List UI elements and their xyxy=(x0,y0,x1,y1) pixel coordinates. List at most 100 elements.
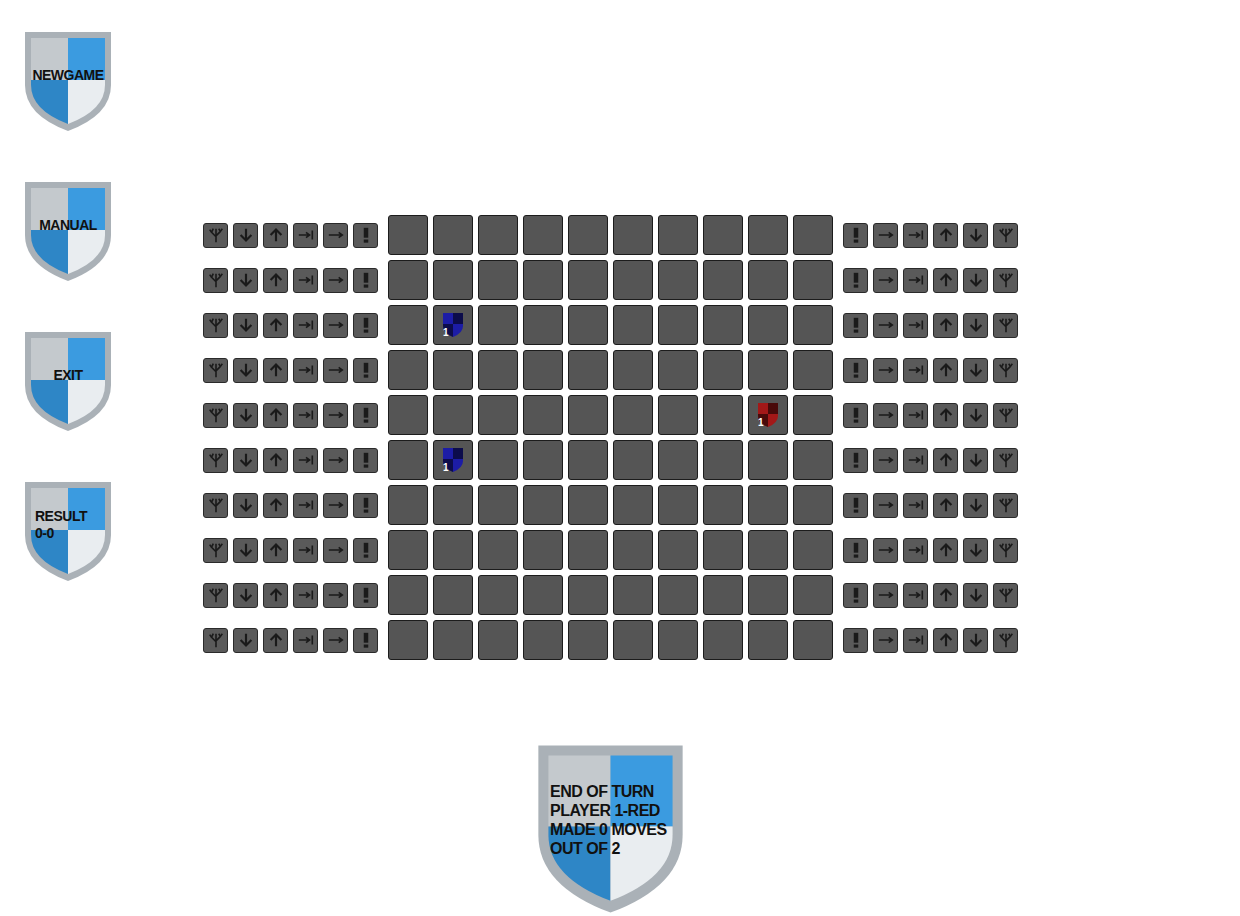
control-button[interactable] xyxy=(353,403,378,428)
control-button[interactable] xyxy=(323,583,348,608)
board-cell[interactable] xyxy=(523,575,563,615)
control-button[interactable] xyxy=(323,403,348,428)
board-cell[interactable] xyxy=(523,530,563,570)
board-cell[interactable] xyxy=(478,395,518,435)
board-cell[interactable] xyxy=(748,530,788,570)
control-button[interactable] xyxy=(933,403,958,428)
control-button[interactable] xyxy=(353,223,378,248)
control-button[interactable] xyxy=(263,358,288,383)
board-cell[interactable] xyxy=(748,485,788,525)
board-cell[interactable] xyxy=(748,305,788,345)
board-cell[interactable] xyxy=(433,350,473,390)
board-cell[interactable] xyxy=(388,575,428,615)
control-button[interactable] xyxy=(293,223,318,248)
board-cell[interactable] xyxy=(478,530,518,570)
control-button[interactable] xyxy=(353,538,378,563)
control-button[interactable] xyxy=(293,583,318,608)
control-button[interactable] xyxy=(233,538,258,563)
control-button[interactable] xyxy=(353,268,378,293)
control-button[interactable] xyxy=(993,583,1018,608)
board-cell[interactable] xyxy=(703,395,743,435)
board-cell[interactable] xyxy=(388,395,428,435)
control-button[interactable] xyxy=(993,403,1018,428)
control-button[interactable] xyxy=(843,268,868,293)
control-button[interactable] xyxy=(263,403,288,428)
board-cell[interactable] xyxy=(478,260,518,300)
board-cell[interactable] xyxy=(433,620,473,660)
board-cell[interactable] xyxy=(433,260,473,300)
board-cell[interactable]: 1 xyxy=(433,305,473,345)
control-button[interactable] xyxy=(843,448,868,473)
control-button[interactable] xyxy=(353,358,378,383)
control-button[interactable] xyxy=(993,358,1018,383)
control-button[interactable] xyxy=(903,448,928,473)
control-button[interactable] xyxy=(323,493,348,518)
board-cell[interactable] xyxy=(388,305,428,345)
control-button[interactable] xyxy=(873,313,898,338)
control-button[interactable] xyxy=(293,493,318,518)
control-button[interactable] xyxy=(963,268,988,293)
board-cell[interactable] xyxy=(793,215,833,255)
unit[interactable]: 1 xyxy=(442,312,464,338)
board-cell[interactable] xyxy=(568,440,608,480)
control-button[interactable] xyxy=(843,583,868,608)
board-cell[interactable] xyxy=(478,485,518,525)
control-button[interactable] xyxy=(323,628,348,653)
control-button[interactable] xyxy=(293,628,318,653)
board-cell[interactable] xyxy=(478,215,518,255)
board-cell[interactable] xyxy=(703,485,743,525)
control-button[interactable] xyxy=(323,448,348,473)
control-button[interactable] xyxy=(933,313,958,338)
board-cell[interactable] xyxy=(388,440,428,480)
board-cell[interactable] xyxy=(478,305,518,345)
control-button[interactable] xyxy=(263,628,288,653)
control-button[interactable] xyxy=(203,538,228,563)
control-button[interactable] xyxy=(233,268,258,293)
end-turn-button[interactable]: END OF TURNPLAYER 1-REDMADE 0 MOVESOUT O… xyxy=(535,742,686,916)
board-cell[interactable] xyxy=(388,215,428,255)
board-cell[interactable] xyxy=(658,260,698,300)
board-cell[interactable] xyxy=(613,395,653,435)
control-button[interactable] xyxy=(933,583,958,608)
board-cell[interactable] xyxy=(613,575,653,615)
control-button[interactable] xyxy=(903,628,928,653)
control-button[interactable] xyxy=(323,313,348,338)
control-button[interactable] xyxy=(203,583,228,608)
control-button[interactable] xyxy=(323,268,348,293)
board-cell[interactable] xyxy=(568,305,608,345)
control-button[interactable] xyxy=(233,403,258,428)
control-button[interactable] xyxy=(963,538,988,563)
board-cell[interactable] xyxy=(658,440,698,480)
control-button[interactable] xyxy=(963,358,988,383)
control-button[interactable] xyxy=(873,403,898,428)
control-button[interactable] xyxy=(993,268,1018,293)
board-cell[interactable] xyxy=(703,530,743,570)
board-cell[interactable] xyxy=(748,575,788,615)
board-cell[interactable] xyxy=(568,215,608,255)
control-button[interactable] xyxy=(233,223,258,248)
control-button[interactable] xyxy=(203,628,228,653)
control-button[interactable] xyxy=(933,223,958,248)
board-cell[interactable] xyxy=(568,530,608,570)
board-cell[interactable] xyxy=(793,440,833,480)
board-cell[interactable] xyxy=(388,260,428,300)
board-cell[interactable] xyxy=(613,440,653,480)
board-cell[interactable] xyxy=(523,260,563,300)
control-button[interactable] xyxy=(203,268,228,293)
control-button[interactable] xyxy=(903,223,928,248)
board-cell[interactable] xyxy=(568,260,608,300)
control-button[interactable] xyxy=(353,628,378,653)
control-button[interactable] xyxy=(843,538,868,563)
board-cell[interactable] xyxy=(703,440,743,480)
board-cell[interactable] xyxy=(568,395,608,435)
control-button[interactable] xyxy=(873,448,898,473)
control-button[interactable] xyxy=(203,313,228,338)
board-cell[interactable] xyxy=(433,395,473,435)
control-button[interactable] xyxy=(263,538,288,563)
board-cell[interactable] xyxy=(703,260,743,300)
board-cell[interactable] xyxy=(433,485,473,525)
board-cell[interactable] xyxy=(433,530,473,570)
control-button[interactable] xyxy=(933,358,958,383)
board-cell[interactable] xyxy=(793,350,833,390)
control-button[interactable] xyxy=(843,358,868,383)
